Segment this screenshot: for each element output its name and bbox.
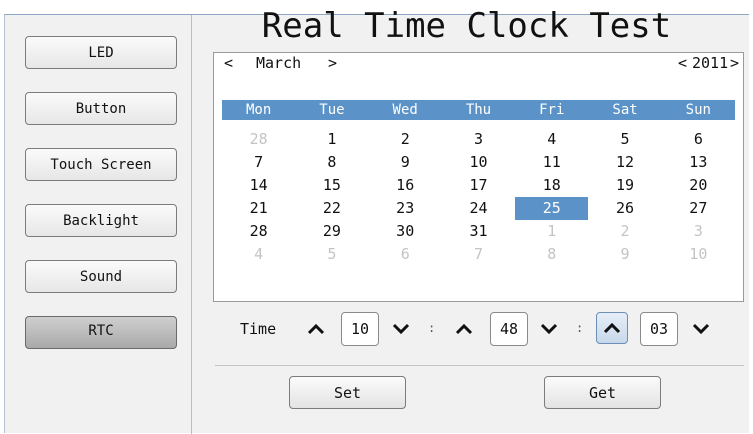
calendar-day[interactable]: 8 (515, 243, 588, 266)
calendar-week-row: 7 8 9 10 11 12 13 (222, 151, 735, 174)
calendar-day[interactable]: 28 (222, 220, 295, 243)
calendar-week-row: 14 15 16 17 18 19 20 (222, 174, 735, 197)
calendar-day[interactable]: 3 (662, 220, 735, 243)
calendar-day[interactable]: 7 (222, 151, 295, 174)
sidebar-item-backlight[interactable]: Backlight (25, 204, 177, 237)
calendar-day[interactable]: 1 (295, 128, 368, 151)
calendar-day[interactable]: 20 (662, 174, 735, 197)
divider (215, 365, 744, 366)
calendar-day[interactable]: 6 (662, 128, 735, 151)
weekday-header: Mon Tue Wed Thu Fri Sat Sun (222, 100, 735, 120)
calendar-day[interactable]: 13 (662, 151, 735, 174)
second-field[interactable]: 03 (640, 312, 678, 346)
sidebar: LED Button Touch Screen Backlight Sound … (5, 15, 192, 434)
minute-up-icon[interactable] (452, 317, 476, 341)
get-button[interactable]: Get (544, 376, 661, 409)
calendar-day[interactable]: 21 (222, 197, 295, 220)
sidebar-item-led[interactable]: LED (25, 36, 177, 69)
calendar-day[interactable]: 19 (588, 174, 661, 197)
calendar-day[interactable]: 5 (295, 243, 368, 266)
minute-down-icon[interactable] (537, 317, 561, 341)
year-label: 2011 (692, 54, 729, 72)
calendar-day[interactable]: 9 (588, 243, 661, 266)
prev-month-button[interactable]: < (224, 54, 233, 72)
page-title: Real Time Clock Test (261, 6, 672, 46)
second-down-icon[interactable] (689, 317, 713, 341)
calendar-day[interactable]: 16 (369, 174, 442, 197)
second-up-icon[interactable] (596, 312, 628, 344)
hour-up-icon[interactable] (304, 317, 328, 341)
weekday-label: Wed (392, 102, 418, 118)
calendar-day[interactable]: 23 (369, 197, 442, 220)
time-label: Time (240, 320, 277, 338)
calendar-day[interactable]: 31 (442, 220, 515, 243)
calendar-day[interactable]: 25 (515, 197, 589, 220)
calendar-day[interactable]: 11 (515, 151, 588, 174)
calendar-day[interactable]: 18 (515, 174, 588, 197)
calendar-week-row: 21 22 23 24 25 26 27 (222, 197, 735, 220)
month-label: March (256, 54, 302, 72)
calendar: < March > < 2011 > Mon Tue Wed Thu Fri Sat Sun… (213, 52, 744, 302)
weekday-label: Thu (465, 102, 492, 118)
calendar-week-row: 4 5 6 7 8 9 10 (222, 243, 735, 266)
calendar-week-row: 28 1 2 3 4 5 6 (222, 128, 735, 151)
weekday-label: Mon (245, 102, 272, 118)
calendar-day[interactable]: 7 (442, 243, 515, 266)
calendar-day[interactable]: 5 (588, 128, 661, 151)
calendar-day[interactable]: 10 (442, 151, 515, 174)
calendar-day[interactable]: 24 (442, 197, 515, 220)
minute-field[interactable]: 48 (490, 312, 528, 346)
sidebar-item-button[interactable]: Button (25, 92, 177, 125)
prev-year-button[interactable]: < (678, 54, 687, 72)
time-separator: : (428, 321, 436, 335)
calendar-day[interactable]: 30 (369, 220, 442, 243)
weekday-label: Tue (319, 102, 345, 118)
calendar-day[interactable]: 28 (222, 128, 295, 151)
calendar-day[interactable]: 4 (222, 243, 295, 266)
calendar-header: < March > < 2011 > (214, 53, 743, 75)
weekday-label: Sun (685, 102, 711, 118)
next-month-button[interactable]: > (328, 54, 337, 72)
hour-field[interactable]: 10 (341, 312, 379, 346)
calendar-day[interactable]: 4 (515, 128, 588, 151)
sidebar-item-rtc[interactable]: RTC (25, 316, 177, 349)
calendar-day[interactable]: 27 (662, 197, 735, 220)
calendar-day[interactable]: 26 (588, 197, 661, 220)
calendar-day[interactable]: 14 (222, 174, 295, 197)
calendar-day[interactable]: 15 (295, 174, 368, 197)
calendar-grid: 28 1 2 3 4 5 6 7 8 9 10 11 12 13 14 15 16 17 18 19 20 21 22 23 2… (222, 128, 735, 266)
sidebar-item-touch-screen[interactable]: Touch Screen (25, 148, 177, 181)
next-year-button[interactable]: > (730, 54, 739, 72)
time-editor: Time 10 : 48 : 03 (240, 312, 740, 346)
weekday-label: Fri (539, 102, 565, 118)
calendar-day[interactable]: 17 (442, 174, 515, 197)
calendar-day[interactable]: 3 (442, 128, 515, 151)
calendar-day[interactable]: 1 (515, 220, 588, 243)
weekday-label: Sat (612, 102, 638, 118)
calendar-day[interactable]: 29 (295, 220, 368, 243)
calendar-day[interactable]: 6 (369, 243, 442, 266)
calendar-day[interactable]: 12 (588, 151, 661, 174)
calendar-day[interactable]: 9 (369, 151, 442, 174)
calendar-day[interactable]: 10 (662, 243, 735, 266)
sidebar-item-sound[interactable]: Sound (25, 260, 177, 293)
hour-down-icon[interactable] (389, 317, 413, 341)
calendar-day[interactable]: 2 (369, 128, 442, 151)
calendar-week-row: 28 29 30 31 1 2 3 (222, 220, 735, 243)
time-separator: : (576, 321, 584, 335)
calendar-day[interactable]: 22 (295, 197, 368, 220)
calendar-day[interactable]: 8 (295, 151, 368, 174)
calendar-day[interactable]: 2 (588, 220, 661, 243)
set-button[interactable]: Set (289, 376, 406, 409)
